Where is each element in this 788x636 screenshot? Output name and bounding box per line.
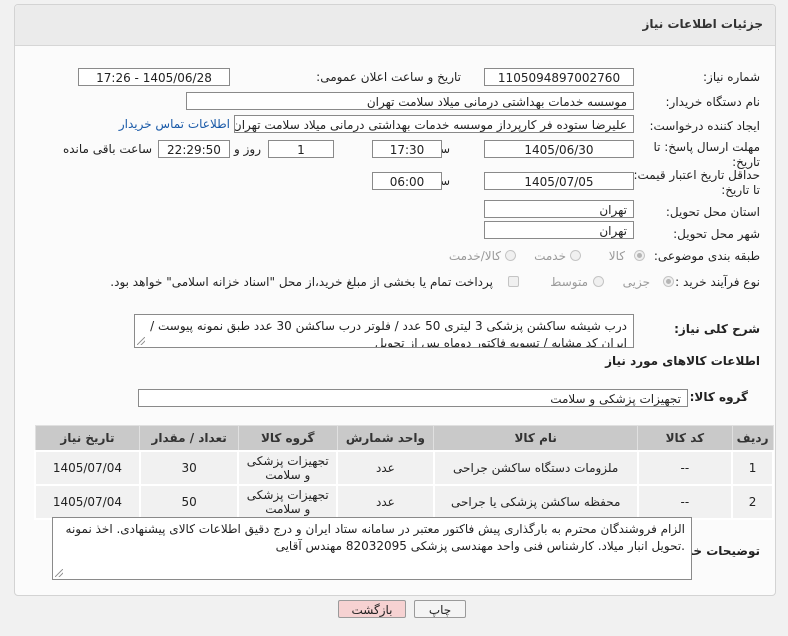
- description-textarea[interactable]: درب شیشه ساکشن پزشکی 3 لیتری 50 عدد / فل…: [134, 314, 634, 348]
- cell-row: 2: [731, 484, 774, 520]
- deadline-label-line2: تاریخ:: [732, 155, 760, 169]
- goods-group-label: گروه کالا:: [689, 390, 748, 404]
- purchase-option-medium: متوسط: [550, 275, 588, 289]
- category-radio-both[interactable]: [505, 250, 516, 261]
- validity-time-field: 06:00: [372, 172, 442, 190]
- category-radio-service[interactable]: [570, 250, 581, 261]
- cell-name: محفظه ساکشن پزشکی یا جراحی: [432, 484, 639, 520]
- col-qty: تعداد / مقدار: [139, 425, 239, 452]
- days-field: 1: [268, 140, 334, 158]
- deadline-date-field: 1405/06/30: [484, 140, 634, 158]
- need-number-label: شماره نیاز:: [703, 70, 760, 84]
- cell-code: --: [636, 450, 734, 486]
- items-table: ردیف کد کالا نام کالا واحد شمارش گروه کا…: [34, 425, 774, 520]
- validity-label-line2: تا تاریخ:: [721, 183, 760, 197]
- back-button[interactable]: بازگشت: [338, 600, 406, 618]
- col-date: تاریخ نیاز: [34, 425, 141, 452]
- category-label: طبقه بندی موضوعی:: [653, 249, 760, 263]
- category-radio-goods[interactable]: [634, 250, 645, 261]
- cell-date: 1405/07/04: [34, 484, 141, 520]
- goods-group-field: تجهیزات پزشکی و سلامت: [138, 389, 688, 407]
- col-name: نام کالا: [433, 425, 639, 452]
- cell-code: --: [636, 484, 734, 520]
- city-field: تهران: [484, 221, 634, 239]
- buyer-org-field: موسسه خدمات بهداشتی درمانی میلاد سلامت ت…: [186, 92, 634, 110]
- remaining-label: ساعت باقی مانده: [62, 142, 152, 156]
- description-label: شرح کلی نیاز:: [674, 322, 760, 336]
- treasury-checkbox[interactable]: [508, 276, 519, 287]
- category-option-both: کالا/خدمت: [448, 249, 501, 263]
- table-row: 2 -- محفظه ساکشن پزشکی یا جراحی عدد تجهی…: [34, 484, 774, 520]
- resize-grip-icon[interactable]: [55, 569, 63, 577]
- cell-group: تجهیزات پزشکی و سلامت: [237, 484, 339, 520]
- announce-field: 1405/06/28 - 17:26: [78, 68, 230, 86]
- col-code: کد کالا: [637, 425, 733, 452]
- panel-title: جزئیات اطلاعات نیاز: [642, 17, 763, 31]
- purchase-option-minor: جزیی: [622, 275, 650, 289]
- province-label: استان محل تحویل:: [665, 205, 760, 219]
- category-option-service: خدمت: [534, 249, 566, 263]
- buyer-org-label: نام دستگاه خریدار:: [665, 95, 761, 109]
- cell-row: 1: [731, 450, 774, 486]
- print-button[interactable]: چاپ: [414, 600, 466, 618]
- table-row: 1 -- ملزومات دستگاه ساکشن جراحی عدد تجهی…: [34, 450, 774, 486]
- buyer-notes-text: الزام فروشندگان محترم به بارگذاری پیش فا…: [65, 522, 685, 553]
- resize-grip-icon[interactable]: [137, 337, 145, 345]
- deadline-label-line1: مهلت ارسال پاسخ: تا: [653, 140, 760, 154]
- cell-qty: 30: [138, 450, 240, 486]
- category-option-goods: کالا: [608, 249, 625, 263]
- purchase-radio-minor[interactable]: [663, 276, 674, 287]
- validity-date-field: 1405/07/05: [484, 172, 634, 190]
- purchase-type-label: نوع فرآیند خرید :: [675, 275, 760, 289]
- treasury-note: پرداخت تمام یا بخشی از مبلغ خرید،از محل …: [110, 275, 493, 289]
- col-unit: واحد شمارش: [336, 425, 435, 452]
- cell-group: تجهیزات پزشکی و سلامت: [237, 450, 339, 486]
- cell-unit: عدد: [336, 484, 435, 520]
- contact-buyer-link[interactable]: اطلاعات تماس خریدار: [119, 117, 230, 131]
- panel-header: جزئیات اطلاعات نیاز: [15, 5, 775, 46]
- description-text: درب شیشه ساکشن پزشکی 3 لیتری 50 عدد / فل…: [150, 319, 627, 348]
- validity-label-line1: حداقل تاریخ اعتبار قیمت:: [633, 168, 760, 182]
- col-group: گروه کالا: [237, 425, 338, 452]
- buyer-notes-textarea[interactable]: الزام فروشندگان محترم به بارگذاری پیش فا…: [52, 517, 692, 580]
- cell-qty: 50: [138, 484, 240, 520]
- province-field: تهران: [484, 200, 634, 218]
- creator-field: علیرضا ستوده فر کارپرداز موسسه خدمات بهد…: [234, 115, 634, 133]
- col-row: ردیف: [731, 425, 774, 452]
- city-label: شهر محل تحویل:: [673, 227, 760, 241]
- cell-date: 1405/07/04: [34, 450, 141, 486]
- cell-name: ملزومات دستگاه ساکشن جراحی: [432, 450, 639, 486]
- purchase-radio-medium[interactable]: [593, 276, 604, 287]
- creator-label: ایجاد کننده درخواست:: [649, 119, 760, 133]
- announce-label: تاریخ و ساعت اعلان عمومی:: [316, 70, 461, 84]
- days-label: روز و: [234, 142, 261, 156]
- remaining-time-field: 22:29:50: [158, 140, 230, 158]
- cell-unit: عدد: [336, 450, 435, 486]
- goods-info-heading: اطلاعات کالاهای مورد نیاز: [605, 354, 760, 368]
- deadline-time-field: 17:30: [372, 140, 442, 158]
- need-number-field: 1105094897002760: [484, 68, 634, 86]
- table-header-row: ردیف کد کالا نام کالا واحد شمارش گروه کا…: [34, 425, 774, 452]
